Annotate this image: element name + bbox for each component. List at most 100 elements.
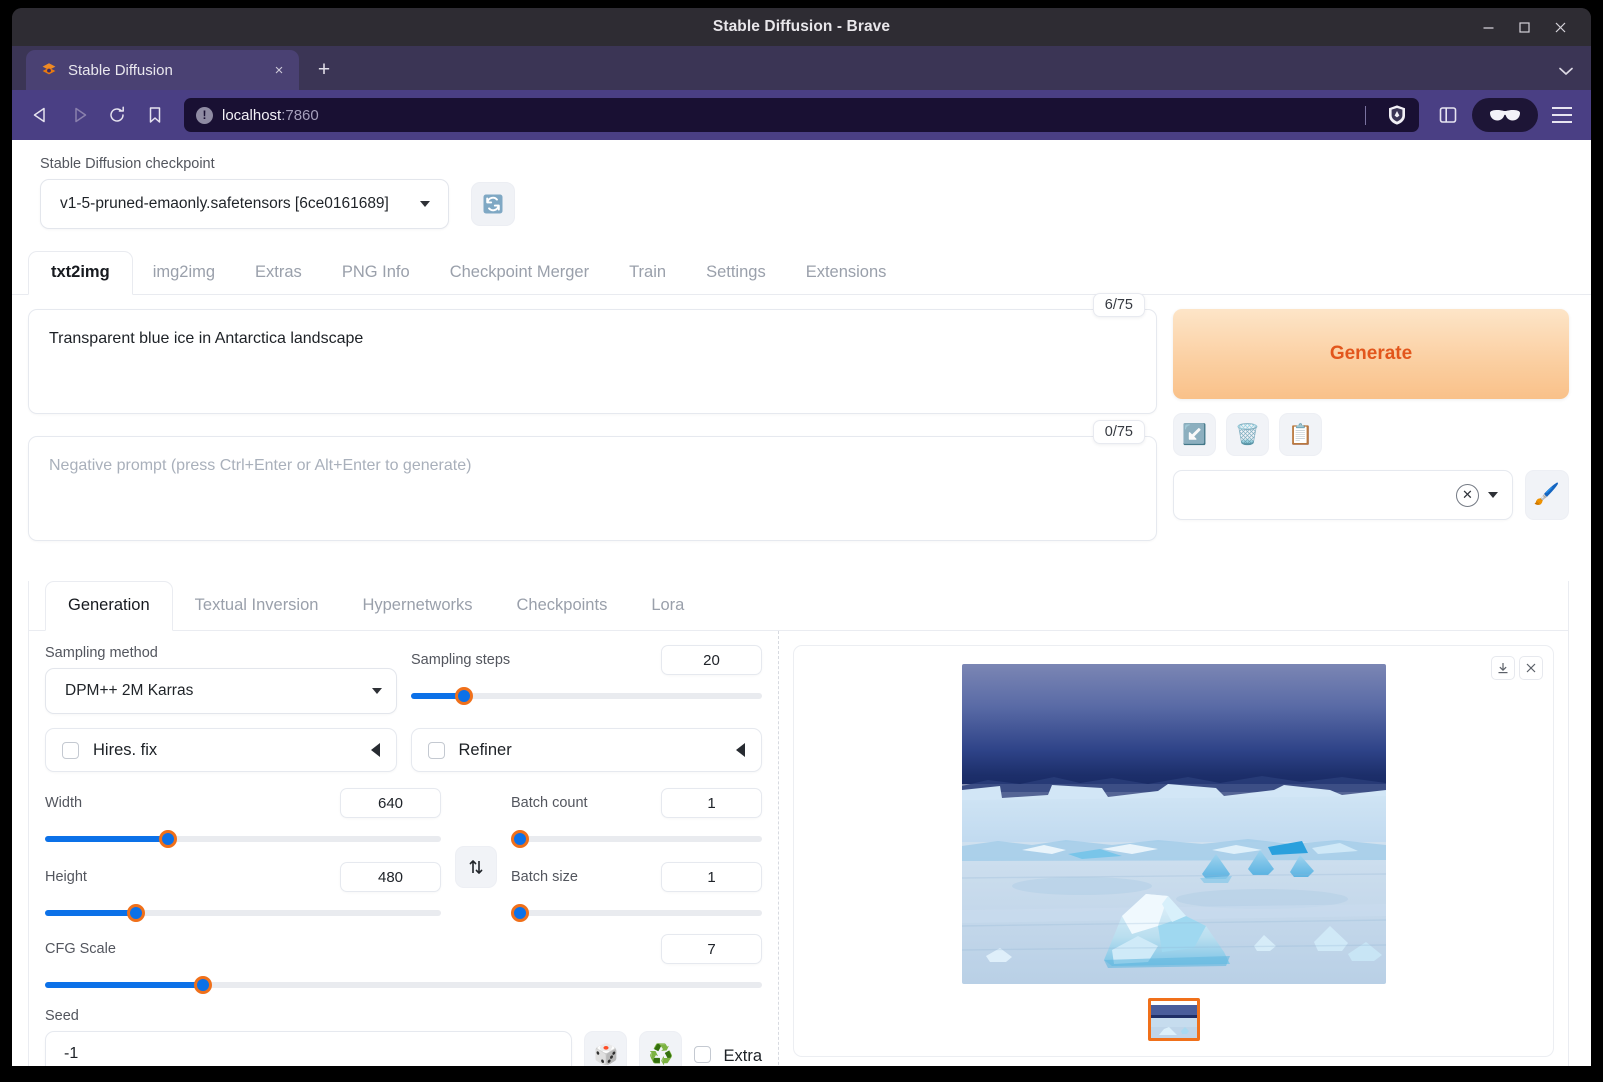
preview-actions	[1491, 656, 1543, 680]
extra-seed-checkbox[interactable]	[694, 1046, 712, 1063]
clear-prompt-button[interactable]: 🗑️	[1226, 413, 1269, 456]
random-seed-button[interactable]: 🎲	[584, 1031, 628, 1066]
refresh-checkpoints-button[interactable]	[471, 182, 515, 226]
sampling-steps-slider[interactable]	[411, 687, 762, 705]
prompt-field-wrap: Transparent blue ice in Antarctica lands…	[28, 293, 1157, 414]
close-button[interactable]	[1543, 12, 1577, 42]
checkpoint-value: v1-5-pruned-emaonly.safetensors [6ce0161…	[60, 195, 389, 212]
browser-tab[interactable]: Stable Diffusion ×	[26, 50, 299, 90]
hires-fix-checkbox[interactable]	[62, 741, 79, 759]
tab-png-info[interactable]: PNG Info	[322, 252, 430, 294]
negative-prompt-token-counter: 0/75	[1092, 420, 1145, 444]
height-input[interactable]: 480	[340, 862, 441, 892]
address-bar-text: localhost:7860	[222, 107, 319, 124]
batch-size-input[interactable]: 1	[661, 862, 762, 892]
chevron-down-icon[interactable]	[1557, 64, 1575, 82]
tab-settings[interactable]: Settings	[686, 252, 786, 294]
tab-img2img[interactable]: img2img	[133, 252, 235, 294]
slider-thumb[interactable]	[127, 904, 146, 922]
apply-style-button[interactable]: 📋	[1279, 413, 1322, 456]
bookmark-icon[interactable]	[138, 98, 172, 132]
chevron-left-icon[interactable]	[370, 743, 380, 757]
width-input[interactable]: 640	[340, 788, 441, 818]
chevron-down-icon	[420, 201, 430, 207]
batch-count-input[interactable]: 1	[661, 788, 762, 818]
styles-row: ✕ 🖌️	[1173, 470, 1569, 520]
sampling-method-group: Sampling method DPM++ 2M Karras	[45, 645, 397, 714]
tab-txt2img[interactable]: txt2img	[28, 251, 133, 295]
subtab-textual-inversion[interactable]: Textual Inversion	[173, 582, 341, 630]
generated-image[interactable]	[961, 664, 1386, 984]
antarctica-ice-illustration	[961, 664, 1386, 984]
height-slider[interactable]	[45, 904, 441, 922]
batch-count-group: Batch count 1	[511, 788, 762, 848]
negative-prompt-input[interactable]: Negative prompt (press Ctrl+Enter or Alt…	[28, 436, 1157, 541]
brave-shields-icon[interactable]	[1385, 103, 1409, 127]
subtab-generation[interactable]: Generation	[45, 581, 173, 631]
tab-extensions[interactable]: Extensions	[786, 252, 907, 294]
generation-panel: Generation Textual Inversion Hypernetwor…	[28, 581, 1569, 1066]
minimize-button[interactable]	[1471, 12, 1505, 42]
batch-size-slider[interactable]	[511, 904, 762, 922]
slider-thumb[interactable]	[511, 904, 529, 922]
gallery-thumbnail[interactable]	[1147, 998, 1200, 1041]
prompt-token-counter: 6/75	[1092, 293, 1145, 317]
slider-fill	[45, 982, 203, 988]
batch-count-slider[interactable]	[511, 830, 762, 848]
chevron-left-icon[interactable]	[736, 743, 745, 757]
checkpoint-select[interactable]: v1-5-pruned-emaonly.safetensors [6ce0161…	[40, 179, 449, 229]
swap-width-height-button[interactable]	[455, 846, 497, 888]
reload-icon[interactable]	[100, 98, 134, 132]
browser-tab-strip: Stable Diffusion × +	[12, 46, 1591, 90]
new-tab-button[interactable]: +	[307, 53, 341, 87]
image-gallery-thumbnails	[1147, 998, 1200, 1041]
prompt-input[interactable]: Transparent blue ice in Antarctica lands…	[28, 309, 1157, 414]
checkpoint-label: Stable Diffusion checkpoint	[40, 156, 215, 172]
slider-fill	[45, 910, 137, 916]
private-window-icon[interactable]	[1472, 98, 1538, 132]
slider-thumb[interactable]	[511, 830, 529, 848]
slider-thumb[interactable]	[454, 687, 473, 705]
sampling-method-value: DPM++ 2M Karras	[65, 682, 194, 699]
read-generation-parameters-button[interactable]: ↙️	[1173, 413, 1216, 456]
clear-styles-icon[interactable]: ✕	[1456, 483, 1479, 507]
forward-icon[interactable]	[62, 98, 96, 132]
tab-checkpoint-merger[interactable]: Checkpoint Merger	[430, 252, 609, 294]
browser-tab-title: Stable Diffusion	[68, 61, 173, 79]
site-info-icon[interactable]: !	[196, 106, 213, 124]
styles-select[interactable]: ✕	[1173, 470, 1513, 520]
tab-train[interactable]: Train	[609, 252, 686, 294]
browser-menu-icon[interactable]	[1545, 98, 1579, 132]
window-titlebar: Stable Diffusion - Brave	[12, 8, 1591, 46]
hires-fix-accordion[interactable]: Hires. fix	[45, 728, 397, 772]
back-icon[interactable]	[24, 98, 58, 132]
sampling-steps-input[interactable]: 20	[661, 645, 762, 675]
refiner-accordion[interactable]: Refiner	[410, 728, 762, 772]
slider-thumb[interactable]	[158, 830, 177, 848]
chevron-down-icon	[1488, 492, 1498, 498]
tab-close-icon[interactable]: ×	[269, 60, 289, 80]
maximize-button[interactable]	[1507, 12, 1541, 42]
close-image-icon[interactable]	[1519, 656, 1543, 680]
download-image-icon[interactable]	[1491, 656, 1515, 680]
address-host: localhost	[222, 106, 282, 124]
generate-button[interactable]: Generate	[1173, 309, 1569, 399]
cfg-scale-slider[interactable]	[45, 976, 762, 994]
subtab-lora[interactable]: Lora	[629, 582, 706, 630]
edit-styles-button[interactable]: 🖌️	[1525, 470, 1569, 520]
cfg-scale-input[interactable]: 7	[661, 934, 762, 964]
refiner-checkbox[interactable]	[427, 741, 445, 759]
slider-thumb[interactable]	[193, 976, 212, 994]
subtab-checkpoints[interactable]: Checkpoints	[495, 582, 630, 630]
sidebar-toggle-icon[interactable]	[1431, 98, 1465, 132]
reuse-seed-button[interactable]: ♻️	[639, 1031, 683, 1066]
generation-panes: Sampling method DPM++ 2M Karras Sampling…	[29, 631, 1568, 1066]
main-tabs: txt2img img2img Extras PNG Info Checkpoi…	[12, 251, 1591, 295]
width-slider[interactable]	[45, 830, 441, 848]
generation-sub-tabs: Generation Textual Inversion Hypernetwor…	[29, 581, 1568, 631]
sampling-method-select[interactable]: DPM++ 2M Karras	[45, 668, 397, 714]
seed-input[interactable]: -1	[45, 1031, 573, 1066]
tab-extras[interactable]: Extras	[235, 252, 322, 294]
address-bar[interactable]: ! localhost:7860	[184, 98, 1419, 132]
subtab-hypernetworks[interactable]: Hypernetworks	[340, 582, 494, 630]
